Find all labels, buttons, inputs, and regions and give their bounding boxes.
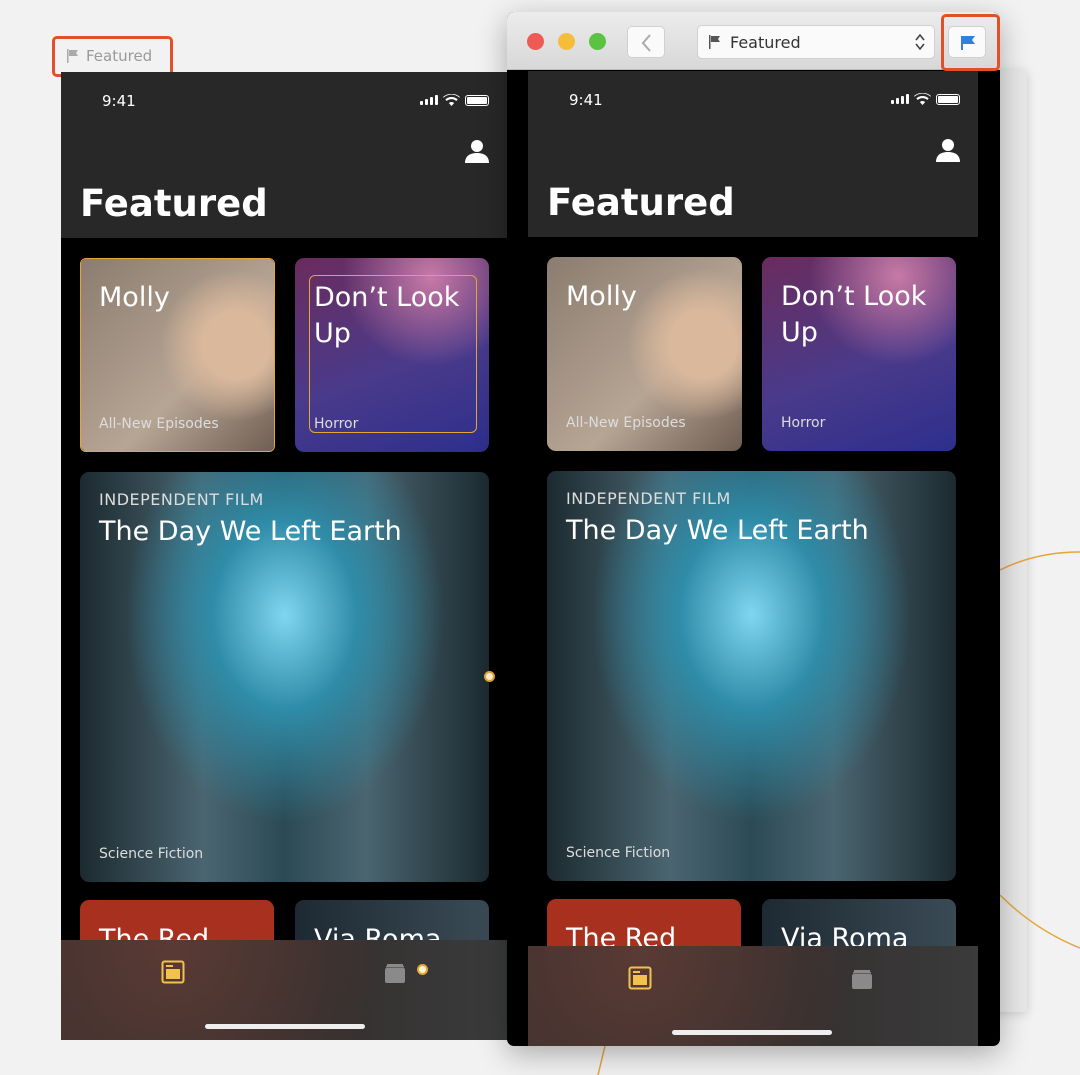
- signal-icon: [891, 94, 909, 104]
- battery-icon: [465, 94, 489, 106]
- connection-line: [999, 894, 1080, 949]
- signal-icon: [420, 95, 438, 105]
- card-title: The Day We Left Earth: [99, 516, 402, 547]
- preview-window: Featured 9:41 Featured Molly All-New Epi…: [507, 12, 1000, 1046]
- card-subtitle: Science Fiction: [566, 845, 671, 861]
- person-icon[interactable]: [935, 137, 961, 163]
- highlight-box: [52, 36, 173, 77]
- tab-bar: [61, 940, 507, 1040]
- connection-line: [597, 1045, 606, 1075]
- nav-header: 9:41 Featured: [528, 71, 978, 237]
- back-button[interactable]: [627, 26, 665, 58]
- library-tab-icon[interactable]: [850, 966, 874, 990]
- page-title: Featured: [80, 182, 268, 225]
- nav-header: 9:41 Featured: [61, 72, 507, 238]
- card-subtitle: Science Fiction: [99, 846, 204, 862]
- page-title: Featured: [547, 181, 735, 224]
- status-time: 9:41: [102, 92, 136, 110]
- iphone-canvas-preview: 9:41 Featured Molly All-New Episodes Don…: [61, 72, 507, 1040]
- card-title: Molly: [566, 281, 637, 312]
- card-dont-look-up[interactable]: Don’t Look Up Horror: [295, 258, 489, 452]
- card-subtitle: All-New Episodes: [99, 416, 219, 432]
- battery-icon: [936, 93, 960, 105]
- connection-handle[interactable]: [417, 964, 428, 975]
- minimize-button[interactable]: [558, 33, 575, 50]
- tab-bar: [528, 946, 978, 1046]
- person-icon[interactable]: [464, 138, 490, 164]
- chevron-updown-icon: [915, 33, 925, 51]
- card-subtitle: All-New Episodes: [566, 415, 686, 431]
- card-title: Molly: [99, 282, 170, 313]
- card-kicker: INDEPENDENT FILM: [99, 490, 264, 509]
- card-title: The Day We Left Earth: [566, 515, 869, 546]
- status-icons: [891, 93, 960, 105]
- highlight-box: [941, 14, 1000, 71]
- card-title: Don’t Look Up: [781, 281, 927, 348]
- card-the-day-we-left-earth[interactable]: INDEPENDENT FILM The Day We Left Earth S…: [547, 471, 956, 881]
- connection-handle[interactable]: [484, 671, 495, 682]
- card-the-day-we-left-earth[interactable]: INDEPENDENT FILM The Day We Left Earth S…: [80, 472, 489, 882]
- screen-select[interactable]: Featured: [697, 25, 935, 59]
- card-kicker: INDEPENDENT FILM: [566, 489, 731, 508]
- card-dont-look-up[interactable]: Don’t Look Up Horror: [762, 257, 956, 451]
- status-icons: [420, 94, 489, 106]
- library-tab-icon[interactable]: [383, 960, 407, 984]
- featured-tab-icon[interactable]: [161, 960, 185, 984]
- card-molly[interactable]: Molly All-New Episodes: [547, 257, 742, 451]
- wifi-icon: [914, 93, 931, 105]
- featured-tab-icon[interactable]: [628, 966, 652, 990]
- iphone-simulator-screen: 9:41 Featured Molly All-New Episodes Don…: [528, 71, 978, 1046]
- card-title: Don’t Look Up: [314, 282, 460, 349]
- window-titlebar: Featured: [507, 12, 1000, 70]
- close-button[interactable]: [527, 33, 544, 50]
- zoom-button[interactable]: [589, 33, 606, 50]
- home-indicator: [672, 1030, 832, 1035]
- status-time: 9:41: [569, 91, 603, 109]
- card-subtitle: Horror: [314, 416, 359, 432]
- card-subtitle: Horror: [781, 415, 826, 431]
- home-indicator: [205, 1024, 365, 1029]
- wifi-icon: [443, 94, 460, 106]
- card-molly[interactable]: Molly All-New Episodes: [80, 258, 275, 452]
- connection-line: [999, 551, 1080, 571]
- flag-icon: [709, 35, 720, 49]
- chevron-left-icon: [641, 34, 651, 52]
